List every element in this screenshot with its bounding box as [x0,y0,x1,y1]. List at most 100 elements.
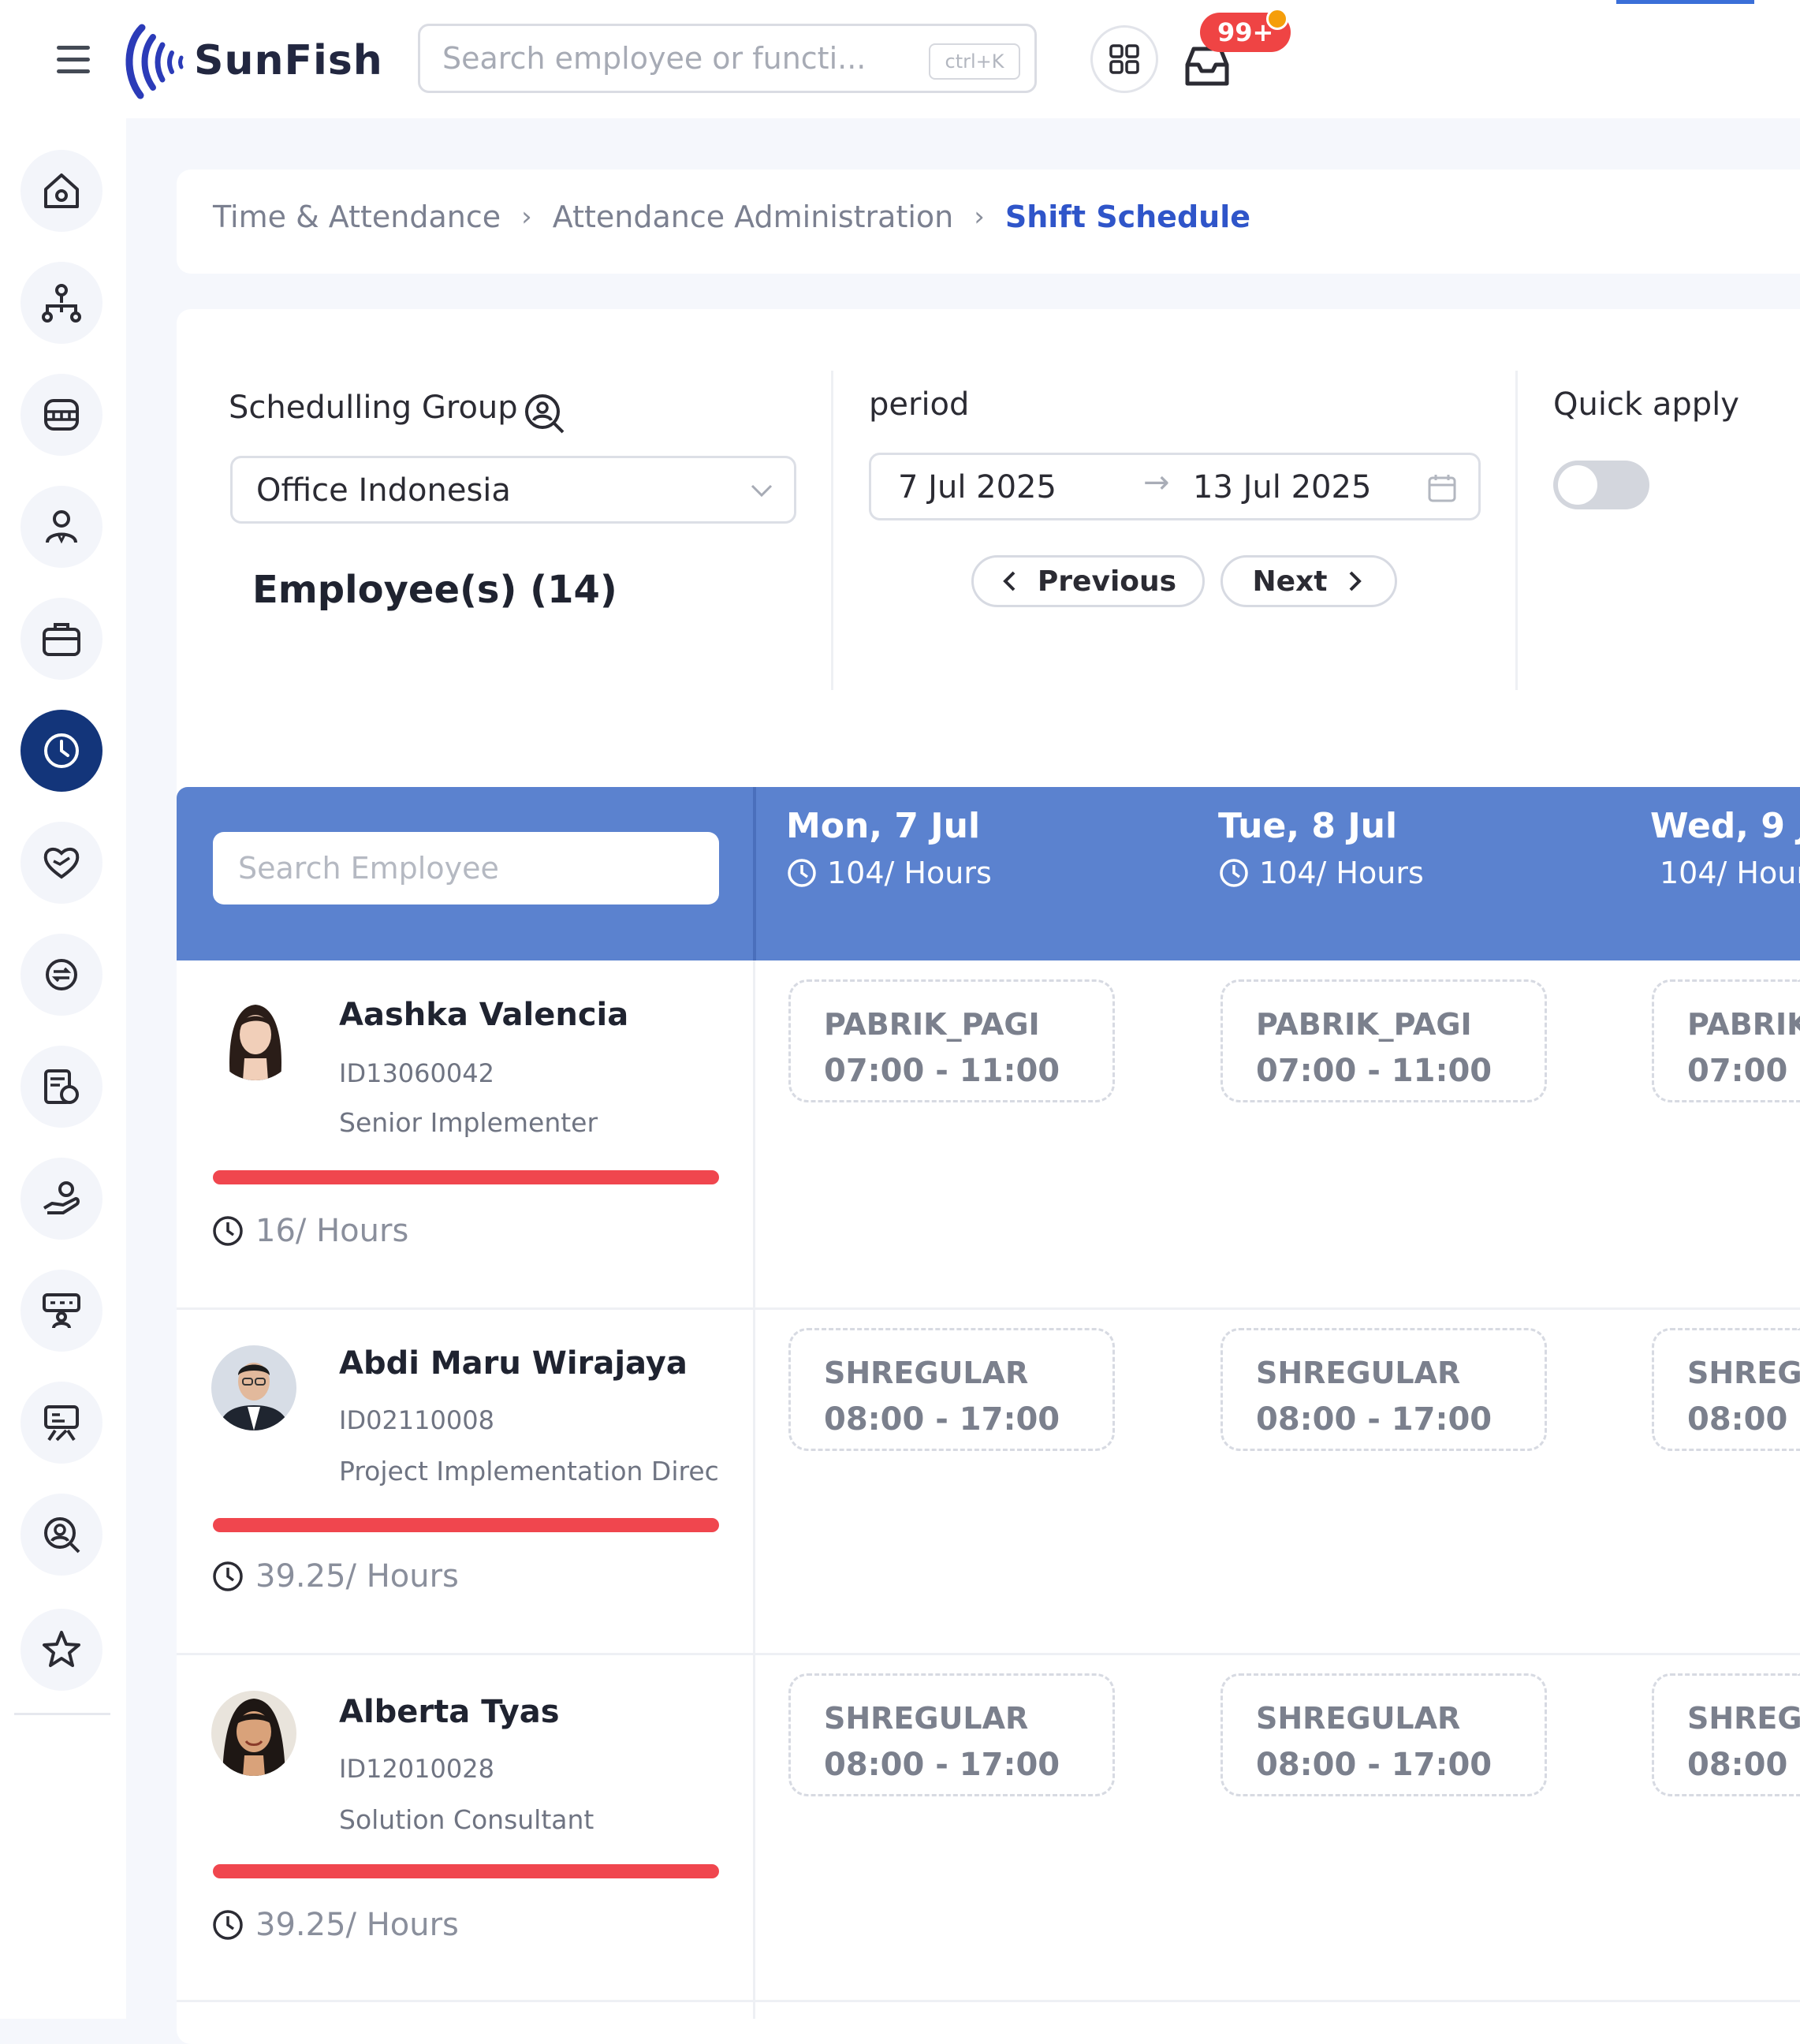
payroll-icon [44,1069,79,1104]
shift-code: SHREGULAR [1687,1701,1800,1736]
clock-icon [788,859,816,887]
sidebar-item-wellness[interactable] [20,822,102,904]
logo[interactable]: SunFish [118,17,383,104]
sidebar-item-talent-search[interactable] [20,1494,102,1576]
sidebar-item-recruitment[interactable] [20,1382,102,1464]
sidebar [0,118,126,2019]
shift-time: 08:00 - 17:00 [1687,1747,1800,1783]
sidebar-item-payroll[interactable] [20,1046,102,1128]
shift-cell[interactable]: SHREGULAR 08:00 - 17:00 [788,1328,1115,1451]
sidebar-item-time-attendance[interactable] [20,710,102,792]
period-date-range[interactable]: 7 Jul 2025 → 13 Jul 2025 [869,453,1481,520]
breadcrumb-current: Shift Schedule [1004,200,1251,234]
employee-photo-icon [213,995,298,1080]
sidebar-item-home[interactable] [20,150,102,232]
employee-id: ID13060042 [339,1058,494,1088]
day-name: Mon, 7 Jul [786,806,981,846]
day-hours-value: 104/ Hours [827,856,992,890]
row-divider [177,2000,1800,2002]
shift-time: 07:00 - 11:00 [1687,1053,1800,1089]
shift-time: 08:00 - 17:00 [824,1401,1060,1438]
sidebar-item-favorites[interactable] [20,1609,102,1691]
shift-cell[interactable]: PABRIK_PAGI 07:00 - 11:00 [1652,979,1800,1102]
shift-cell[interactable]: PABRIK_PAGI 07:00 - 11:00 [788,979,1115,1102]
shift-time: 07:00 - 11:00 [824,1053,1060,1089]
period-start-date: 7 Jul 2025 [898,469,1057,505]
shift-time: 08:00 - 17:00 [1256,1747,1493,1783]
user-search-icon [44,1517,80,1554]
employee-role: Solution Consultant [339,1804,594,1835]
clock-icon [213,1216,243,1246]
top-accent-bar [1616,0,1754,4]
shift-time: 07:00 - 11:00 [1256,1053,1493,1089]
breadcrumb-separator-icon: › [974,201,985,233]
sidebar-item-career[interactable] [20,598,102,680]
clock-icon [213,1561,243,1591]
employee-id: ID12010028 [339,1754,494,1784]
employee-id: ID02110008 [339,1405,494,1435]
breadcrumb-time-attendance[interactable]: Time & Attendance [213,200,501,234]
avatar[interactable] [211,1345,296,1430]
training-icon [43,1293,80,1329]
previous-label: Previous [1037,565,1177,598]
avatar[interactable] [211,1691,296,1776]
sidebar-item-employee[interactable] [20,486,102,568]
previous-button[interactable]: Previous [971,555,1205,607]
employee-photo-icon [211,1691,296,1776]
hours-progress-bar [213,1170,719,1184]
sidebar-item-benefit[interactable] [20,1158,102,1240]
next-button[interactable]: Next [1220,555,1397,607]
clock-icon [44,733,79,768]
range-arrow-icon: → [1143,464,1170,501]
employee-hours-value: 39.25/ Hours [255,1907,459,1943]
sidebar-item-organization[interactable] [20,262,102,344]
employee-name: Abdi Maru Wirajaya [339,1345,688,1382]
shift-cell[interactable]: SHREGULAR 08:00 - 17:00 [1220,1328,1547,1451]
search-shortcut-hint: ctrl+K [929,43,1020,80]
user-search-icon[interactable] [522,391,566,435]
shift-cell[interactable]: SHREGULAR 08:00 - 17:00 [1220,1673,1547,1796]
employee-search-input[interactable] [213,832,719,905]
sunfish-logo-icon [125,24,184,99]
apps-grid-button[interactable] [1090,25,1158,93]
employee-icon [46,510,77,544]
day-hours: 104/ Hours [786,856,992,890]
sidebar-item-training[interactable] [20,1270,102,1352]
day-header-mon: Mon, 7 Jul 104/ Hours [786,806,992,890]
briefcase-icon [43,623,80,656]
shift-cell[interactable]: SHREGULAR 08:00 - 17:00 [1652,1673,1800,1796]
quick-apply-label: Quick apply [1553,386,1739,423]
shift-cell[interactable]: SHREGULAR 08:00 - 17:00 [1652,1328,1800,1451]
breadcrumb-attendance-administration[interactable]: Attendance Administration [553,200,954,234]
heart-hand-icon [43,848,80,879]
period-end-date: 13 Jul 2025 [1193,469,1372,505]
hours-progress-bar [213,1518,719,1532]
shift-code: PABRIK_PAGI [824,1007,1040,1042]
home-icon [44,173,79,208]
chevron-right-icon [1350,571,1362,591]
global-search-input[interactable] [441,34,917,83]
global-search[interactable]: ctrl+K [418,24,1037,93]
day-header-tue: Tue, 8 Jul 104/ Hours [1218,806,1424,890]
shift-cell[interactable]: PABRIK_PAGI 07:00 - 11:00 [1220,979,1547,1102]
row-divider [177,1307,1800,1310]
period-label: period [869,386,970,423]
header-divider [753,787,756,960]
shift-cell[interactable]: SHREGULAR 08:00 - 17:00 [788,1673,1115,1796]
top-bar: SunFish ctrl+K 99+ [0,0,1800,118]
menu-icon[interactable] [57,46,90,74]
breadcrumb: Time & Attendance › Attendance Administr… [213,200,1250,234]
sidebar-item-company[interactable] [20,374,102,456]
scheduling-group-select[interactable]: Office Indonesia [230,456,796,524]
quick-apply-toggle[interactable] [1553,461,1649,509]
clock-icon [1220,859,1248,887]
employee-hours: 39.25/ Hours [211,1558,459,1595]
avatar[interactable] [213,995,298,1080]
shift-code: SHREGULAR [824,1701,1029,1736]
benefit-hand-icon [43,1181,80,1214]
breadcrumb-separator-icon: › [521,201,532,233]
employee-hours: 39.25/ Hours [211,1907,459,1943]
sidebar-item-transfer[interactable] [20,934,102,1016]
brand-name: SunFish [194,37,383,84]
apps-grid-icon [1109,44,1139,74]
